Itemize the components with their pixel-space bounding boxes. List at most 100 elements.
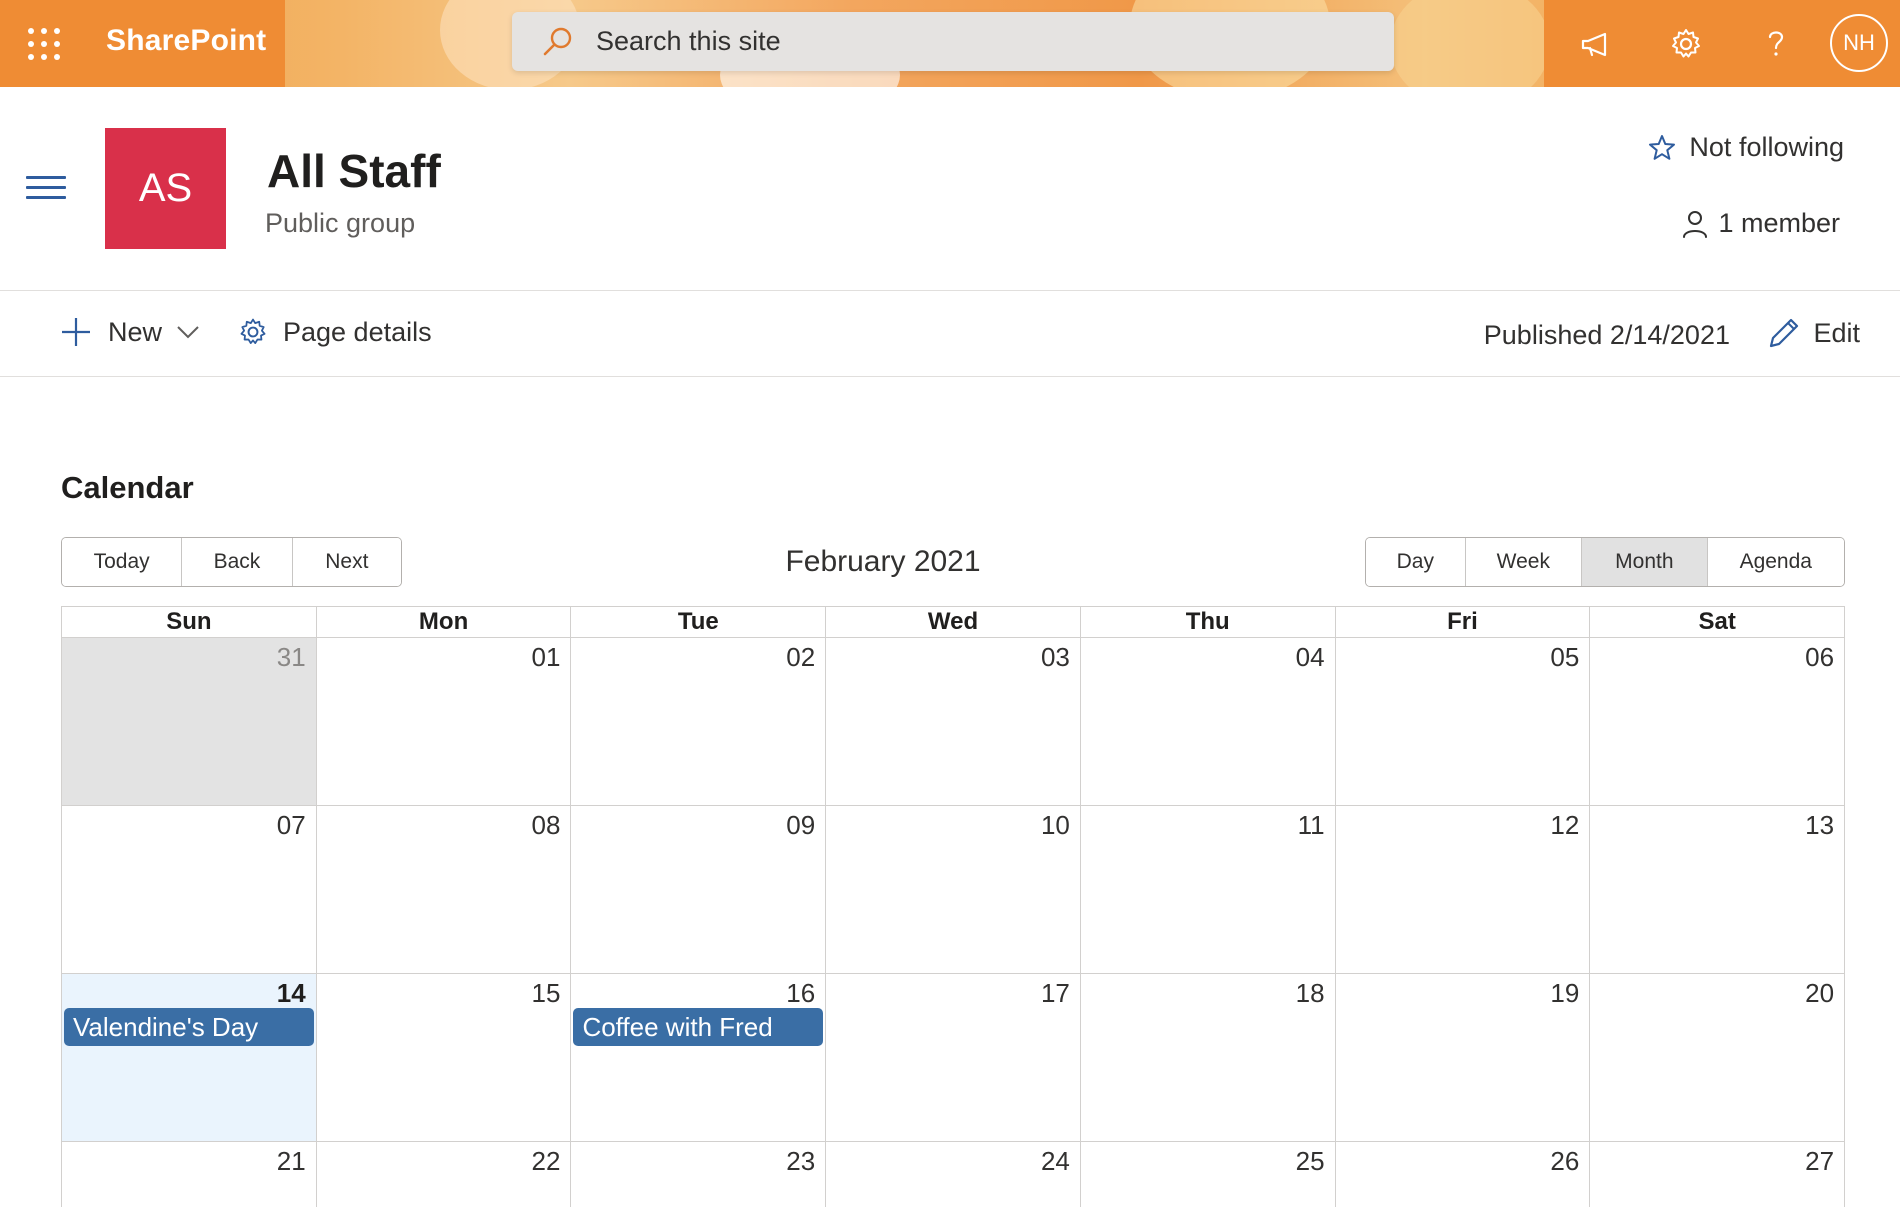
star-icon [1649, 134, 1676, 160]
published-status: Published 2/14/2021 [1483, 320, 1730, 350]
day-number[interactable]: 14 [277, 978, 306, 1009]
day-number[interactable]: 24 [1041, 1146, 1070, 1177]
follow-button[interactable]: Not following [1647, 132, 1844, 163]
day-number[interactable]: 27 [1805, 1146, 1834, 1177]
calendar-day-cell[interactable]: 10 [826, 806, 1081, 973]
person-icon [1683, 210, 1708, 238]
site-subtitle: Public group [265, 208, 416, 238]
day-number[interactable]: 13 [1805, 810, 1834, 841]
day-number[interactable]: 18 [1296, 978, 1325, 1009]
calendar-day-cell[interactable]: 04 [1080, 638, 1336, 805]
calendar-day-cell-today[interactable]: 14 Valendine's Day [62, 974, 317, 1141]
calendar-day-cell[interactable]: 11 [1080, 806, 1336, 973]
calendar-day-cell[interactable]: 05 [1335, 638, 1591, 805]
day-number[interactable]: 19 [1550, 978, 1579, 1009]
day-number[interactable]: 02 [786, 642, 815, 673]
calendar-day-cell[interactable]: 23 [571, 1142, 827, 1207]
megaphone-icon[interactable] [1574, 22, 1618, 66]
help-icon[interactable] [1754, 22, 1798, 66]
weekday-header: Mon [317, 607, 572, 637]
day-number[interactable]: 12 [1550, 810, 1579, 841]
edit-button[interactable]: Edit [1767, 316, 1860, 350]
app-launcher-area: SharePoint [0, 0, 285, 87]
day-number[interactable]: 21 [277, 1146, 306, 1177]
view-agenda-button[interactable]: Agenda [1707, 538, 1844, 586]
calendar-week-row: 14 Valendine's Day 15 16 Coffee with Fred 17 1… [61, 973, 1846, 1141]
calendar-day-cell[interactable]: 09 [571, 806, 827, 973]
calendar-day-cell[interactable]: 07 [62, 806, 317, 973]
view-week-button[interactable]: Week [1465, 538, 1583, 586]
members-button[interactable]: 1 member [1680, 208, 1840, 239]
day-number[interactable]: 20 [1805, 978, 1834, 1009]
pencil-icon [1770, 318, 1799, 348]
calendar-day-cell[interactable]: 03 [826, 638, 1081, 805]
page-details-label: Page details [283, 316, 432, 347]
hamburger-icon[interactable] [26, 176, 66, 206]
day-number[interactable]: 22 [532, 1146, 561, 1177]
calendar-day-cell[interactable]: 18 [1080, 974, 1336, 1141]
calendar-week-row: 31 01 02 03 04 05 06 [61, 637, 1846, 805]
day-number[interactable]: 23 [786, 1146, 815, 1177]
calendar-event[interactable]: Coffee with Fred [573, 1008, 824, 1046]
day-number[interactable]: 26 [1550, 1146, 1579, 1177]
follow-label: Not following [1689, 132, 1844, 162]
calendar-day-cell[interactable]: 31 [62, 638, 317, 805]
site-title[interactable]: All Staff [267, 144, 441, 198]
day-number[interactable]: 10 [1041, 810, 1070, 841]
calendar-day-cell[interactable]: 26 [1335, 1142, 1591, 1207]
header-divider [0, 290, 1900, 291]
day-number[interactable]: 17 [1041, 978, 1070, 1009]
day-number[interactable]: 07 [277, 810, 306, 841]
day-number[interactable]: 11 [1298, 810, 1325, 841]
day-number[interactable]: 04 [1296, 642, 1325, 673]
gear-icon[interactable] [1664, 22, 1708, 66]
plus-icon [62, 318, 90, 346]
edit-label: Edit [1813, 317, 1860, 348]
suite-actions: NH [1544, 0, 1900, 87]
site-logo[interactable]: AS [105, 128, 226, 249]
calendar-day-cell[interactable]: 13 [1590, 806, 1846, 973]
app-launcher-icon[interactable] [28, 28, 60, 60]
day-number[interactable]: 05 [1550, 642, 1579, 673]
new-button[interactable]: New [60, 316, 200, 348]
calendar-day-cell[interactable]: 17 [826, 974, 1081, 1141]
brand-name[interactable]: SharePoint [106, 24, 266, 58]
back-button[interactable]: Back [182, 538, 293, 586]
day-number[interactable]: 16 [786, 978, 815, 1009]
calendar-day-cell[interactable]: 02 [571, 638, 827, 805]
calendar-day-cell[interactable]: 12 [1335, 806, 1591, 973]
weekday-header: Tue [571, 607, 827, 637]
calendar-day-cell[interactable]: 06 [1590, 638, 1846, 805]
view-day-button[interactable]: Day [1366, 538, 1466, 586]
user-avatar[interactable]: NH [1830, 14, 1888, 72]
calendar-day-cell[interactable]: 27 [1590, 1142, 1846, 1207]
day-number[interactable]: 09 [786, 810, 815, 841]
day-number[interactable]: 15 [532, 978, 561, 1009]
day-number[interactable]: 03 [1041, 642, 1070, 673]
calendar-day-cell[interactable]: 25 [1080, 1142, 1336, 1207]
new-label: New [108, 316, 163, 347]
calendar-day-cell[interactable]: 22 [316, 1142, 572, 1207]
calendar-day-cell[interactable]: 19 [1335, 974, 1591, 1141]
calendar-day-cell[interactable]: 01 [316, 638, 572, 805]
view-month-button[interactable]: Month [1582, 538, 1708, 586]
calendar-event[interactable]: Valendine's Day [64, 1008, 314, 1046]
search-box[interactable]: Search this site [512, 12, 1394, 71]
day-number[interactable]: 08 [532, 810, 561, 841]
today-button[interactable]: Today [62, 538, 183, 586]
calendar-day-cell[interactable]: 21 [62, 1142, 317, 1207]
page-details-button[interactable]: Page details [237, 316, 432, 348]
search-icon [543, 27, 572, 55]
calendar-day-cell[interactable]: 15 [316, 974, 572, 1141]
calendar-day-cell[interactable]: 20 [1590, 974, 1846, 1141]
day-number[interactable]: 31 [277, 642, 306, 673]
calendar-day-cell[interactable]: 24 [826, 1142, 1081, 1207]
calendar-day-cell[interactable]: 16 Coffee with Fred [571, 974, 827, 1141]
calendar-day-cell[interactable]: 08 [316, 806, 572, 973]
day-number[interactable]: 01 [532, 642, 561, 673]
month-label: February 2021 [785, 545, 981, 578]
day-number[interactable]: 25 [1296, 1146, 1325, 1177]
next-button[interactable]: Next [292, 538, 401, 586]
day-number[interactable]: 06 [1805, 642, 1834, 673]
calendar-nav-group: Today Back Next [61, 537, 402, 587]
